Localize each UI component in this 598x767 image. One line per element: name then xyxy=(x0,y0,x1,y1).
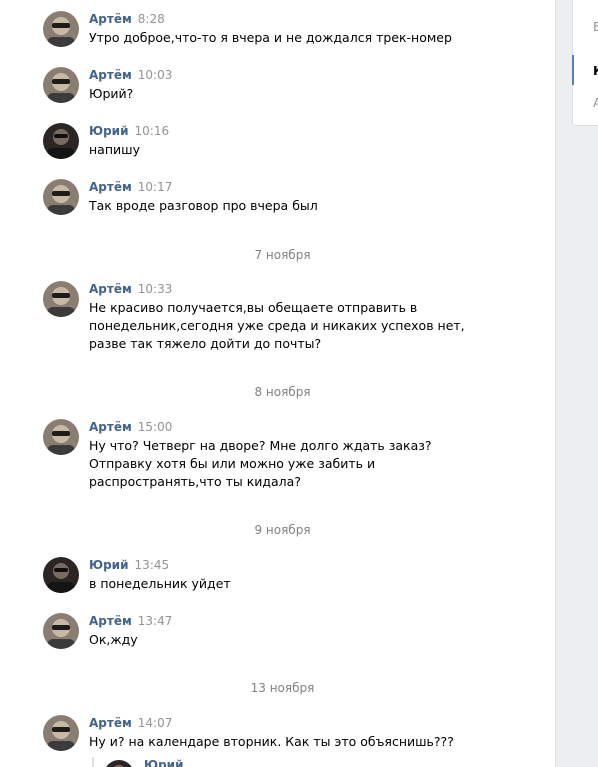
active-indicator xyxy=(572,55,574,85)
message-time: 10:33 xyxy=(137,282,173,296)
author-name[interactable]: Юрий xyxy=(89,124,129,138)
message-text: напишу xyxy=(89,142,140,157)
avatar[interactable] xyxy=(43,123,79,159)
date-separator: 9 ноября xyxy=(254,523,311,537)
message: Артём 10:03 Юрий? xyxy=(43,67,513,107)
menu-item[interactable]: А xyxy=(593,95,598,111)
author-name[interactable]: Артём xyxy=(89,68,132,82)
message: Артём 15:00 Ну что? Четверг на дворе? Мне… xyxy=(43,419,513,499)
message-meta: Артём 13:47 xyxy=(89,613,172,629)
message-time: 10:17 xyxy=(137,180,173,194)
message: Артём 13:47 Ок,жду xyxy=(43,613,513,653)
message: Артём 10:33 Не красиво получается,вы обещ… xyxy=(43,281,513,361)
message-text: в понедельник уйдет xyxy=(89,576,231,591)
author-name[interactable]: Юрий xyxy=(89,558,129,572)
message-time: 13:47 xyxy=(137,614,173,628)
author-name[interactable]: Артём xyxy=(89,12,132,26)
avatar[interactable] xyxy=(43,715,79,751)
menu-item[interactable]: В xyxy=(593,19,598,35)
avatar[interactable] xyxy=(43,281,79,317)
message-text: Не красиво получается,вы обещаете отправ… xyxy=(89,300,465,351)
author-name[interactable]: Артём xyxy=(89,180,132,194)
avatar[interactable] xyxy=(43,557,79,593)
forwarded-message[interactable]: Юрий xyxy=(92,757,292,767)
author-name[interactable]: Артём xyxy=(89,420,132,434)
message-meta: Артём 15:00 xyxy=(89,419,172,435)
message-text: Ок,жду xyxy=(89,632,138,647)
message-meta: Артём 10:17 xyxy=(89,179,172,195)
message-text: Так вроде разговор про вчера был xyxy=(89,198,318,213)
message-meta: Артём 10:03 xyxy=(89,67,172,83)
date-separator: 8 ноября xyxy=(254,385,311,399)
date-separator: 13 ноября xyxy=(250,681,315,695)
author-name[interactable]: Артём xyxy=(89,614,132,628)
avatar[interactable] xyxy=(43,67,79,103)
right-menu: В К А xyxy=(572,0,598,126)
message-text: Ну что? Четверг на дворе? Мне долго ждат… xyxy=(89,438,432,489)
message: Артём 10:17 Так вроде разговор про вчера … xyxy=(43,179,513,219)
date-separator: 7 ноября xyxy=(254,248,311,262)
message-time: 10:03 xyxy=(137,68,173,82)
avatar[interactable] xyxy=(43,179,79,215)
message-time: 10:16 xyxy=(134,124,170,138)
message-meta: Артём 8:28 xyxy=(89,11,165,27)
chat-history: Артём 8:28 Утро доброе,что-то я вчера и н… xyxy=(0,0,556,767)
author-name[interactable]: Артём xyxy=(89,716,132,730)
avatar[interactable] xyxy=(43,419,79,455)
message-meta: Юрий 13:45 xyxy=(89,557,169,573)
message-meta: Артём 10:33 xyxy=(89,281,172,297)
message-time: 14:07 xyxy=(137,716,173,730)
message-meta: Артём 14:07 xyxy=(89,715,172,731)
avatar[interactable] xyxy=(104,760,134,767)
message: Артём 8:28 Утро доброе,что-то я вчера и н… xyxy=(43,11,513,51)
message-text: Юрий? xyxy=(89,86,134,101)
author-name[interactable]: Артём xyxy=(89,282,132,296)
menu-item[interactable]: К xyxy=(593,63,598,79)
message: Юрий 13:45 в понедельник уйдет xyxy=(43,557,513,597)
message: Юрий 10:16 напишу xyxy=(43,123,513,163)
message-time: 8:28 xyxy=(137,12,165,26)
author-name[interactable]: Юрий xyxy=(144,758,184,767)
message: Артём 14:07 Ну и? на календаре вторник. К… xyxy=(43,715,513,755)
message-time: 15:00 xyxy=(137,420,173,434)
message-meta: Юрий 10:16 xyxy=(89,123,169,139)
message-time: 13:45 xyxy=(134,558,170,572)
message-text: Утро доброе,что-то я вчера и не дождался… xyxy=(89,30,452,45)
avatar[interactable] xyxy=(43,11,79,47)
avatar[interactable] xyxy=(43,613,79,649)
message-text: Ну и? на календаре вторник. Как ты это о… xyxy=(89,734,454,749)
